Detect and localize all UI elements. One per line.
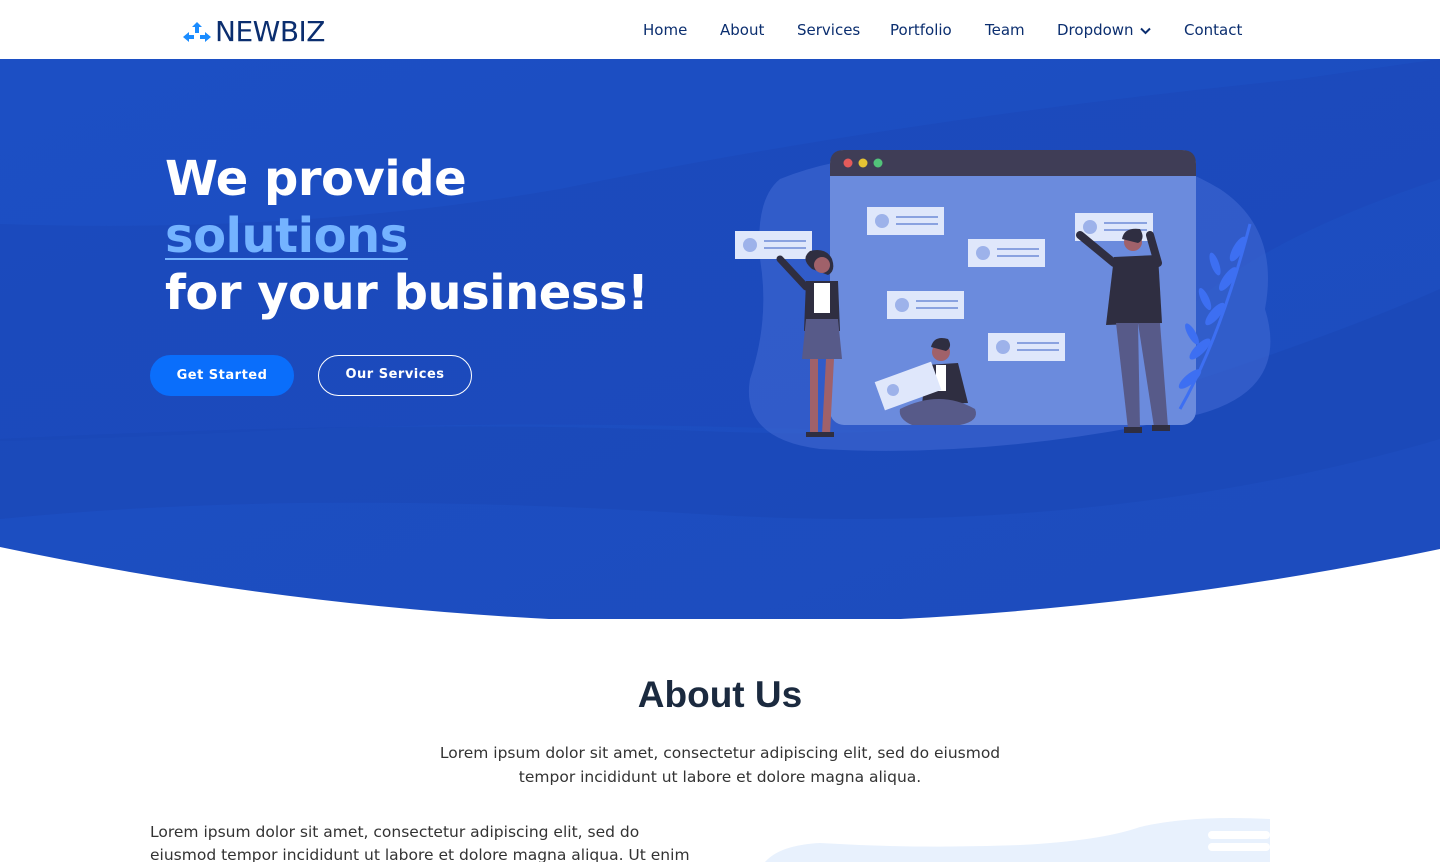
team-board-illustration xyxy=(735,150,1271,451)
about-description: Lorem ipsum dolor sit amet, consectetur … xyxy=(439,744,1001,786)
nav-services[interactable]: Services xyxy=(797,19,860,41)
nav-portfolio[interactable]: Portfolio xyxy=(890,19,952,41)
nav-dropdown[interactable]: Dropdown xyxy=(1057,19,1151,41)
about-illustration-blob xyxy=(765,818,1270,862)
hero-line-1: We provide xyxy=(165,151,467,207)
nav-about[interactable]: About xyxy=(720,19,764,41)
get-started-button[interactable]: Get Started xyxy=(150,355,294,396)
hero-headline: We provide solutions for your business! xyxy=(165,151,649,322)
hero-section: We provide solutions for your business! … xyxy=(0,59,1440,619)
nav-team[interactable]: Team xyxy=(985,19,1025,41)
nav-contact[interactable]: Contact xyxy=(1184,19,1242,41)
hero-accent-word: solutions xyxy=(165,208,408,264)
hero-line-3: for your business! xyxy=(165,265,649,321)
nav-home[interactable]: Home xyxy=(643,19,687,41)
our-services-button[interactable]: Our Services xyxy=(318,355,472,396)
about-body-text: Lorem ipsum dolor sit amet, consectetur … xyxy=(150,823,690,862)
nav-dropdown-label: Dropdown xyxy=(1057,21,1134,39)
site-header: NEWBIZ Home About Services Portfolio Tea… xyxy=(0,0,1440,59)
chevron-down-icon xyxy=(1139,27,1151,34)
about-title: About Us xyxy=(637,674,803,715)
main-nav: Home About Services Portfolio Team Dropd… xyxy=(0,19,1440,41)
